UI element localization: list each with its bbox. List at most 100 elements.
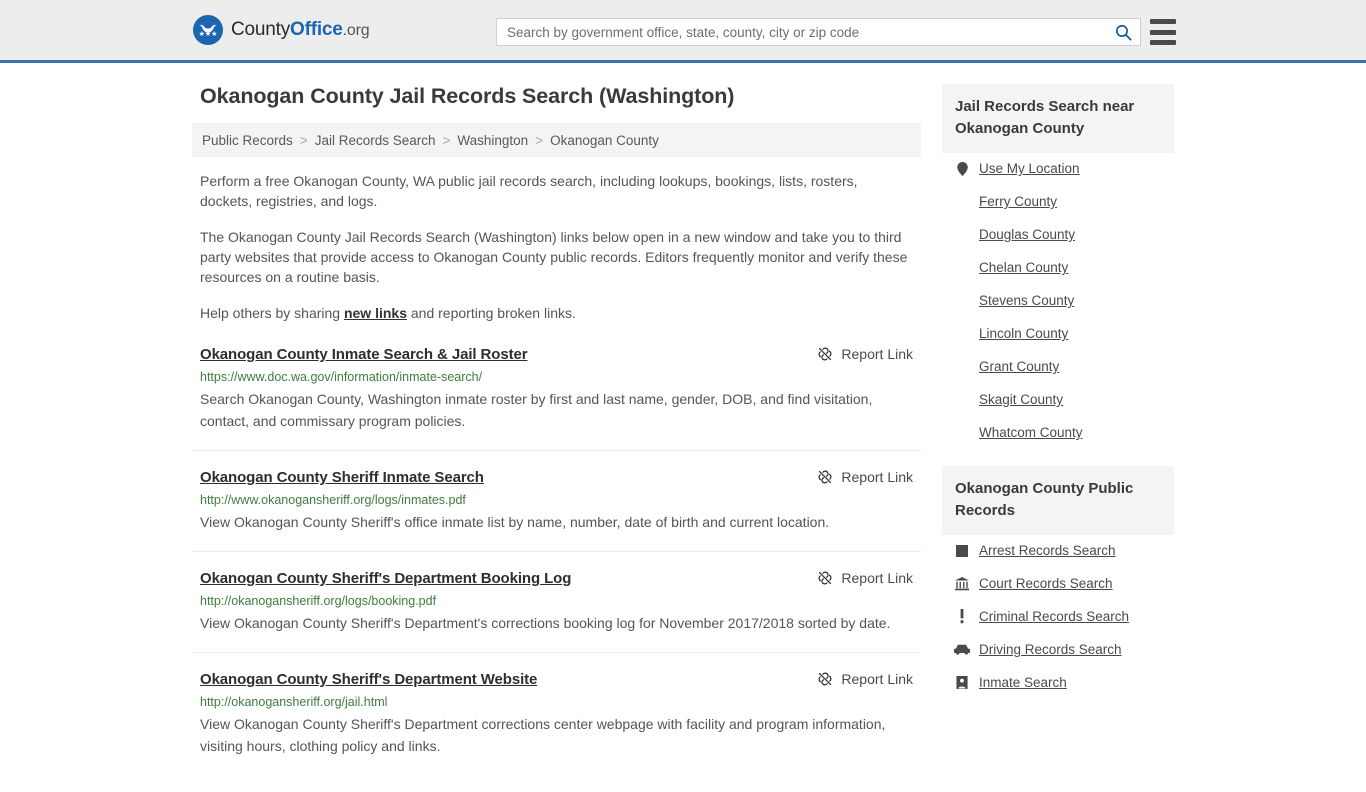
result-description: View Okanogan County Sheriff's Departmen… — [200, 615, 891, 631]
intro-paragraph-3: Help others by sharing new links and rep… — [200, 303, 912, 323]
sidebar-list-item: Stevens County — [954, 293, 1174, 308]
eagle-seal-icon: ★★★ — [193, 15, 223, 45]
sidebar-list-item: Skagit County — [954, 392, 1174, 407]
search-bar — [496, 18, 1141, 46]
prisoner-icon — [954, 676, 970, 689]
sidebar-list-item: Court Records Search — [954, 576, 1174, 591]
report-link-button[interactable]: Report Link — [817, 345, 913, 362]
broken-link-icon — [818, 571, 832, 585]
sidebar-link[interactable]: Use My Location — [979, 161, 1080, 176]
brand-part-org: .org — [342, 22, 370, 39]
sidebar-link[interactable]: Ferry County — [979, 194, 1057, 209]
result-url[interactable]: http://okanogansheriff.org/jail.html — [200, 694, 921, 710]
result-header: Okanogan County Sheriff Inmate Search Re… — [200, 468, 921, 487]
sidebar-list-item: Lincoln County — [954, 326, 1174, 341]
sidebar-list-item: Use My Location — [954, 161, 1174, 176]
broken-link-icon — [818, 347, 832, 361]
nearby-searches-list: Use My Location Ferry County Douglas Count… — [942, 153, 1174, 440]
breadcrumb-item-3[interactable]: Washington — [457, 133, 528, 148]
public-records-card: Okanogan County Public Records Arrest Re… — [942, 466, 1174, 690]
sidebar-link[interactable]: Lincoln County — [979, 326, 1068, 341]
breadcrumb-separator: > — [299, 132, 308, 148]
result-item: Okanogan County Sheriff's Department Boo… — [192, 569, 921, 653]
exclamation-icon — [954, 609, 970, 624]
content-container: Okanogan County Jail Records Search (Was… — [192, 84, 1174, 792]
report-link-label: Report Link — [841, 570, 913, 586]
sidebar-link[interactable]: Stevens County — [979, 293, 1074, 308]
result-url[interactable]: http://www.okanogansheriff.org/logs/inma… — [200, 492, 921, 508]
sidebar-link[interactable]: Inmate Search — [979, 675, 1067, 690]
three-stars-icon: ★★★ — [198, 30, 218, 38]
sidebar-link[interactable]: Skagit County — [979, 392, 1063, 407]
sidebar-list-item: Arrest Records Search — [954, 543, 1174, 558]
result-item: Okanogan County Inmate Search & Jail Ros… — [192, 345, 921, 451]
report-link-button[interactable]: Report Link — [817, 468, 913, 485]
brand-part-office: Office — [290, 19, 343, 40]
report-link-button[interactable]: Report Link — [817, 569, 913, 586]
site-logo[interactable]: ★★★ CountyOffice.org — [193, 15, 370, 45]
sidebar-link[interactable]: Driving Records Search — [979, 642, 1122, 657]
new-links-link[interactable]: new links — [344, 305, 407, 321]
result-header: Okanogan County Inmate Search & Jail Ros… — [200, 345, 921, 364]
sidebar-list-item: Criminal Records Search — [954, 609, 1174, 624]
nearby-searches-card: Jail Records Search near Okanogan County… — [942, 84, 1174, 440]
public-records-list: Arrest Records Search Court Records Searc… — [942, 535, 1174, 690]
car-icon — [954, 644, 970, 655]
report-link-label: Report Link — [841, 469, 913, 485]
result-header: Okanogan County Sheriff's Department Web… — [200, 670, 921, 689]
result-title-link[interactable]: Okanogan County Sheriff's Department Web… — [200, 670, 537, 689]
site-header: ★★★ CountyOffice.org — [0, 0, 1366, 63]
breadcrumb-item-4[interactable]: Okanogan County — [550, 133, 659, 148]
sidebar-link[interactable]: Whatcom County — [979, 425, 1083, 440]
sidebar-list-item: Inmate Search — [954, 675, 1174, 690]
menu-bar-1 — [1150, 19, 1176, 24]
result-description: Search Okanogan County, Washington inmat… — [200, 391, 873, 429]
sidebar-list-item: Grant County — [954, 359, 1174, 374]
sidebar-link[interactable]: Arrest Records Search — [979, 543, 1116, 558]
search-icon — [1115, 24, 1132, 41]
result-item: Okanogan County Sheriff's Department Web… — [192, 670, 921, 775]
sidebar-list-item: Douglas County — [954, 227, 1174, 242]
sidebar-link[interactable]: Criminal Records Search — [979, 609, 1129, 624]
courthouse-icon — [954, 576, 970, 591]
result-item: Okanogan County Sheriff Inmate Search Re… — [192, 468, 921, 552]
sidebar-list-item: Chelan County — [954, 260, 1174, 275]
public-records-heading: Okanogan County Public Records — [942, 466, 1174, 535]
breadcrumb-item-1[interactable]: Public Records — [202, 133, 293, 148]
sidebar-link[interactable]: Grant County — [979, 359, 1059, 374]
result-title-link[interactable]: Okanogan County Sheriff's Department Boo… — [200, 569, 571, 588]
report-link-button[interactable]: Report Link — [817, 670, 913, 687]
brand-wordmark: CountyOffice.org — [231, 19, 370, 41]
brand-part-county: County — [231, 19, 291, 40]
results-list: Okanogan County Inmate Search & Jail Ros… — [192, 345, 921, 775]
sidebar-link[interactable]: Douglas County — [979, 227, 1075, 242]
hamburger-menu-icon[interactable] — [1150, 19, 1176, 45]
sidebar-link[interactable]: Court Records Search — [979, 576, 1113, 591]
result-url[interactable]: https://www.doc.wa.gov/information/inmat… — [200, 369, 921, 385]
search-input[interactable] — [497, 19, 1106, 45]
fingerprint-icon — [954, 544, 970, 557]
menu-bar-2 — [1150, 29, 1176, 35]
breadcrumb-item-2[interactable]: Jail Records Search — [315, 133, 436, 148]
intro-3-before: Help others by sharing — [200, 305, 344, 321]
sidebar: Jail Records Search near Okanogan County… — [942, 84, 1174, 716]
result-header: Okanogan County Sheriff's Department Boo… — [200, 569, 921, 588]
search-button[interactable] — [1106, 19, 1140, 45]
sidebar-list-item: Ferry County — [954, 194, 1174, 209]
sidebar-list-item: Driving Records Search — [954, 642, 1174, 657]
sidebar-link[interactable]: Chelan County — [979, 260, 1068, 275]
result-title-link[interactable]: Okanogan County Sheriff Inmate Search — [200, 468, 484, 487]
result-url[interactable]: http://okanogansheriff.org/logs/booking.… — [200, 593, 921, 609]
broken-link-icon — [818, 672, 832, 686]
intro-3-after: and reporting broken links. — [407, 305, 576, 321]
report-link-label: Report Link — [841, 671, 913, 687]
map-pin-icon — [954, 161, 970, 176]
intro-paragraph-1: Perform a free Okanogan County, WA publi… — [200, 173, 858, 209]
main-column: Okanogan County Jail Records Search (Was… — [192, 84, 921, 792]
nearby-searches-heading: Jail Records Search near Okanogan County — [942, 84, 1174, 153]
result-description: View Okanogan County Sheriff's office in… — [200, 514, 830, 530]
breadcrumb: Public Records > Jail Records Search > Washi… — [192, 123, 921, 157]
intro-paragraph-2: The Okanogan County Jail Records Search … — [200, 229, 908, 285]
page-title: Okanogan County Jail Records Search (Was… — [200, 84, 735, 108]
result-title-link[interactable]: Okanogan County Inmate Search & Jail Ros… — [200, 345, 528, 364]
